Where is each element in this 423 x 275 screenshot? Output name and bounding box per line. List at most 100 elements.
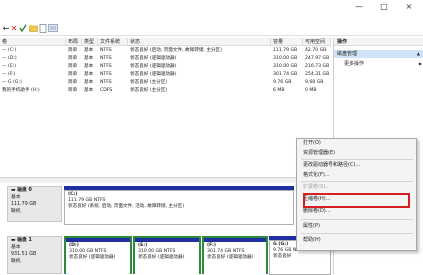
disk-0-label[interactable]: ▬ 磁盘 0 基本 111.79 GB 联机 [7,186,62,222]
cell-layout: 简单 [68,88,78,93]
cell-free-space: 0 MB [305,88,317,93]
cell-free-space: 9.68 GB [305,80,324,85]
menu-separator [301,181,413,182]
check-icon[interactable] [18,24,28,34]
partition-f[interactable]: (F:) 301.74 GB NTFS 状态良好 (逻辑驱动器) [202,236,268,275]
menu-item-explorer[interactable]: 资源管理器(E) [301,149,411,158]
table-row[interactable]: — G (G:) 简单 基本 NTFS 状态良好 (主分区) 9.76 GB 9… [0,79,331,86]
disk-type: 基本 [11,195,21,200]
cell-volume: — (D:) [2,56,17,61]
column-header-free-space[interactable]: 可用空间 [303,38,331,46]
disk-state: 联机 [11,259,21,264]
menu-item-extend-volume[interactable]: 扩展卷(X)... [301,183,411,192]
cell-capacity: 6 MB [273,88,285,93]
action-more-actions[interactable]: 更多操作 ▶ [344,60,422,68]
cell-type: 基本 [84,64,94,69]
partition-status: 状态良好 (系统, 启动, 页面文件, 活动, 故障转储, 主分区) [68,204,185,209]
action-more-actions-label: 更多操作 [344,61,365,67]
column-header-type[interactable]: 类型 [82,38,98,46]
column-header-filesystem[interactable]: 文件系统 [98,38,128,46]
action-disk-management[interactable]: 磁盘管理 ▲ [334,50,423,58]
title-bar: — □ × [0,0,423,14]
cell-filesystem: NTFS [100,64,112,69]
partition-status: 状态良好 (逻辑驱动器) [138,255,185,260]
disk-layout-pane: ▬ 磁盘 0 基本 111.79 GB 联机 (C:) 111.79 GB NT… [0,183,331,275]
action-disk-management-label: 磁盘管理 [337,51,358,57]
cell-filesystem: NTFS [100,48,112,53]
disk-state: 联机 [11,209,21,214]
table-row[interactable]: 我的手机助手 (H:) 简单 基本 CDFS 状态良好 (主分区) 6 MB 0… [0,87,331,94]
disk-size: 111.79 GB [11,202,37,207]
cell-volume: — (E:) [2,64,17,69]
menu-item-properties[interactable]: 属性(P) [301,222,411,231]
cell-volume: 我的手机助手 (H:) [2,88,40,93]
cell-status: 状态良好 (主分区) [130,80,168,85]
cell-type: 基本 [84,48,94,53]
cell-free-space: 216.73 GB [305,64,330,69]
cell-status: 状态良好 (逻辑驱动器) [130,56,177,61]
cell-status: 状态良好 (启动, 页面文件, 故障转储, 主分区) [130,48,222,53]
disk-name: 磁盘 0 [17,188,32,193]
table-body: — (C:) 简单 基本 NTFS 状态良好 (启动, 页面文件, 故障转储, … [0,47,331,96]
cell-type: 基本 [84,80,94,85]
partition-d-body: (D:) 310.00 GB NTFS 状态良好 (逻辑驱动器) [66,242,130,275]
cell-filesystem: NTFS [100,80,112,85]
cell-layout: 简单 [68,72,78,77]
cell-free-space: 254.31 GB [305,72,330,77]
menu-item-open[interactable]: 打开(O) [301,139,411,148]
cell-status: 状态良好 (逻辑驱动器) [130,72,177,77]
document-icon[interactable] [38,24,48,34]
cell-status: 状态良好 (逻辑驱动器) [130,64,177,69]
cell-capacity: 310.00 GB [273,56,298,61]
column-header-status[interactable]: 状态 [128,38,271,46]
minimize-button[interactable]: — [350,0,368,14]
cell-layout: 简单 [68,56,78,61]
maximize-button[interactable]: □ [375,0,393,14]
disk-1-label[interactable]: ▬ 磁盘 1 基本 931.51 GB 联机 [7,236,62,274]
actions-header: 操作 [334,38,423,46]
cell-filesystem: NTFS [100,72,112,77]
table-row[interactable]: — (E:) 简单 基本 NTFS 状态良好 (逻辑驱动器) 310.00 GB… [0,63,331,70]
table-row[interactable]: — (C:) 简单 基本 NTFS 状态良好 (启动, 页面文件, 故障转储, … [0,47,331,54]
cell-layout: 简单 [68,64,78,69]
cell-status: 状态良好 (主分区) [130,88,168,93]
partition-status: 状态良好 (逻辑驱动器) [69,255,116,260]
cell-type: 基本 [84,72,94,77]
partition-d[interactable]: (D:) 310.00 GB NTFS 状态良好 (逻辑驱动器) [64,236,132,275]
disk-size: 931.51 GB [11,252,37,257]
menu-item-format[interactable]: 格式化(F)... [301,171,411,180]
cell-filesystem: NTFS [100,56,112,61]
menu-separator [301,233,413,234]
menu-item-change-drive-letter[interactable]: 更改驱动器号和路径(C)... [301,161,411,170]
disk-name: 磁盘 1 [17,238,32,243]
close-button[interactable]: × [400,0,418,14]
partition-e[interactable]: (E:) 310.00 GB NTFS 状态良好 (逻辑驱动器) [133,236,201,275]
cell-type: 基本 [84,56,94,61]
partition-c-body: (C:) 111.79 GB NTFS 状态良好 (系统, 启动, 页面文件, … [64,190,294,225]
table-row[interactable]: — (F:) 简单 基本 NTFS 状态良好 (逻辑驱动器) 301.74 GB… [0,71,331,78]
collapse-arrow-icon[interactable]: ▲ [417,50,420,58]
menu-item-delete-volume[interactable]: 删除卷(D)... [301,207,411,216]
column-header-capacity[interactable]: 容量 [271,38,303,46]
column-header-volume[interactable]: 卷 [0,38,66,46]
partition-status: 状态良好 [273,254,292,259]
menu-separator [301,219,413,220]
cell-capacity: 301.74 GB [273,72,298,77]
partition-e-body: (E:) 310.00 GB NTFS 状态良好 (逻辑驱动器) [135,242,199,275]
menu-item-help[interactable]: 帮助(H) [301,236,411,245]
menu-separator [301,159,413,160]
folder-open-icon[interactable] [28,24,38,34]
cell-volume: — (F:) [2,72,16,77]
properties-icon[interactable] [48,24,58,34]
cell-type: 基本 [84,88,94,93]
disk-type: 基本 [11,245,21,250]
cell-volume: — G (G:) [2,80,22,85]
volume-table: 卷 布局 类型 文件系统 状态 容量 可用空间 — (C:) 简单 基本 NTF… [0,38,331,96]
column-header-layout[interactable]: 布局 [66,38,82,46]
cell-layout: 简单 [68,48,78,53]
menu-bar [0,14,423,22]
table-row[interactable]: — (D:) 简单 基本 NTFS 状态良好 (逻辑驱动器) 310.00 GB… [0,55,331,62]
partition-status: 状态良好 (逻辑驱动器) [207,255,254,260]
partition-c[interactable]: (C:) 111.79 GB NTFS 状态良好 (系统, 启动, 页面文件, … [64,186,294,225]
cell-free-space: 42.70 GB [305,48,327,53]
